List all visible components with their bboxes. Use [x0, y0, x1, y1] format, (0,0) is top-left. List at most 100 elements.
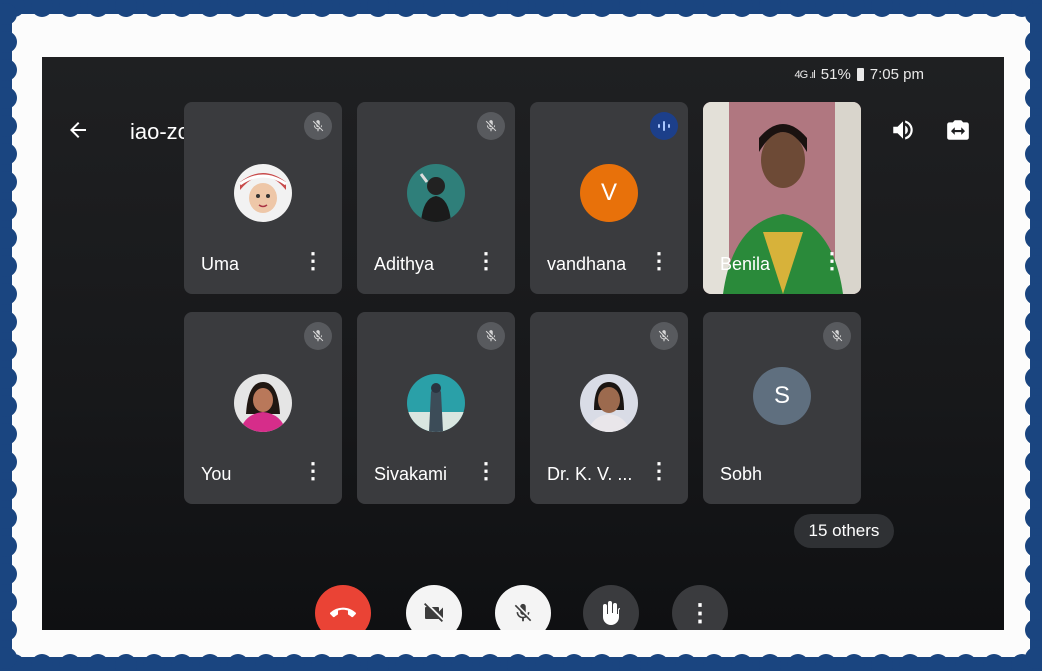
perforation-dot	[0, 227, 17, 249]
perforation-dot	[1025, 171, 1042, 193]
perforation-dot	[1025, 507, 1042, 529]
switch-camera-icon[interactable]	[945, 117, 971, 150]
mic-off-icon	[477, 112, 505, 140]
speaker-icon[interactable]	[890, 117, 916, 150]
participant-tile-dr-kv[interactable]: Dr. K. V. ... ⋮	[530, 312, 688, 504]
participant-tile-vandhana[interactable]: V vandhana ⋮	[530, 102, 688, 294]
mic-off-icon	[304, 112, 332, 140]
perforation-dot	[871, 0, 893, 17]
perforation-dot	[1025, 311, 1042, 333]
end-call-button[interactable]	[315, 585, 371, 630]
perforation-dot	[647, 0, 669, 17]
perforation-dot	[227, 0, 249, 17]
perforation-dot	[143, 654, 165, 671]
perforation-dot	[535, 654, 557, 671]
perforation-dot	[171, 654, 193, 671]
perforation-dot	[451, 0, 473, 17]
perforation-dot	[703, 0, 725, 17]
perforation-dot	[255, 0, 277, 17]
participant-tile-others[interactable]: S Sobh	[703, 312, 861, 504]
perforation-dot	[311, 0, 333, 17]
avatar	[407, 374, 465, 432]
perforation-dot	[1025, 31, 1042, 53]
more-vert-icon[interactable]: ⋮	[821, 250, 843, 272]
perforation-dot	[899, 0, 921, 17]
perforation-dot	[367, 654, 389, 671]
raise-hand-button[interactable]	[583, 585, 639, 630]
more-vert-icon[interactable]: ⋮	[475, 250, 497, 272]
video-off-icon	[424, 603, 443, 622]
participant-name: Benila	[720, 254, 771, 274]
others-chip[interactable]: 15 others	[794, 514, 894, 548]
avatar: S	[753, 367, 811, 425]
perforation-dot	[0, 311, 17, 333]
perforation-dot	[0, 423, 17, 445]
perforation-dot	[199, 0, 221, 17]
stamp-perforation-right	[1025, 3, 1042, 669]
more-vert-icon[interactable]: ⋮	[302, 460, 324, 482]
battery-percent: 51%	[820, 66, 851, 83]
perforation-dot	[675, 0, 697, 17]
perforation-dot	[675, 654, 697, 671]
mic-off-button[interactable]	[495, 585, 551, 630]
participant-tile-you[interactable]: You ⋮	[184, 312, 342, 504]
perforation-dot	[87, 654, 109, 671]
perforation-dot	[759, 0, 781, 17]
perforation-dot	[59, 654, 81, 671]
perforation-dot	[647, 654, 669, 671]
perforation-dot	[619, 654, 641, 671]
perforation-dot	[339, 0, 361, 17]
avatar	[407, 164, 465, 222]
perforation-dot	[199, 654, 221, 671]
perforation-dot	[451, 654, 473, 671]
stamp-perforation-left	[0, 3, 17, 669]
back-arrow-icon[interactable]	[66, 117, 90, 149]
perforation-dot	[0, 591, 17, 613]
camera-off-button[interactable]	[406, 585, 462, 630]
participant-name: Sobh	[720, 464, 763, 484]
status-bar: 4G .ıl 51% 7:05 pm	[794, 66, 924, 83]
participant-tile-benila[interactable]: Benila ⋮	[703, 102, 861, 294]
perforation-dot	[423, 0, 445, 17]
perforation-dot	[0, 283, 17, 305]
perforation-dot	[759, 654, 781, 671]
perforation-dot	[1025, 59, 1042, 81]
perforation-dot	[0, 87, 17, 109]
more-vert-icon[interactable]: ⋮	[475, 460, 497, 482]
perforation-dot	[815, 654, 837, 671]
perforation-dot	[59, 0, 81, 17]
perforation-dot	[31, 0, 53, 17]
stamp-perforation-bottom	[3, 654, 1033, 671]
perforation-dot	[619, 0, 641, 17]
participant-tile-uma[interactable]: Uma ⋮	[184, 102, 342, 294]
participant-tile-sivakami[interactable]: Sivakami ⋮	[357, 312, 515, 504]
participant-name: Sivakami	[374, 464, 448, 484]
perforation-dot	[815, 0, 837, 17]
perforation-dot	[927, 654, 949, 671]
perforation-dot	[1025, 3, 1042, 25]
participant-name: vandhana	[547, 254, 627, 274]
perforation-dot	[0, 479, 17, 501]
more-vert-icon[interactable]: ⋮	[648, 250, 670, 272]
perforation-dot	[507, 0, 529, 17]
participant-tile-adithya[interactable]: Adithya ⋮	[357, 102, 515, 294]
more-vert-icon: ⋮	[688, 599, 712, 627]
perforation-dot	[507, 654, 529, 671]
perforation-dot	[983, 0, 1005, 17]
raise-hand-icon	[603, 601, 621, 625]
perforation-dot	[143, 0, 165, 17]
participant-name: You	[201, 464, 232, 484]
perforation-dot	[955, 654, 977, 671]
perforation-dot	[255, 654, 277, 671]
perforation-dot	[1025, 479, 1042, 501]
more-options-button[interactable]: ⋮	[672, 585, 728, 630]
perforation-dot	[0, 647, 17, 669]
participant-name: Dr. K. V. ...	[547, 464, 633, 484]
perforation-dot	[283, 654, 305, 671]
perforation-dot	[1025, 339, 1042, 361]
perforation-dot	[535, 0, 557, 17]
perforation-dot	[787, 0, 809, 17]
phone-screen: 4G .ıl 51% 7:05 pm iao-zchq-iqj ▶	[42, 57, 1004, 630]
more-vert-icon[interactable]: ⋮	[302, 250, 324, 272]
more-vert-icon[interactable]: ⋮	[648, 460, 670, 482]
